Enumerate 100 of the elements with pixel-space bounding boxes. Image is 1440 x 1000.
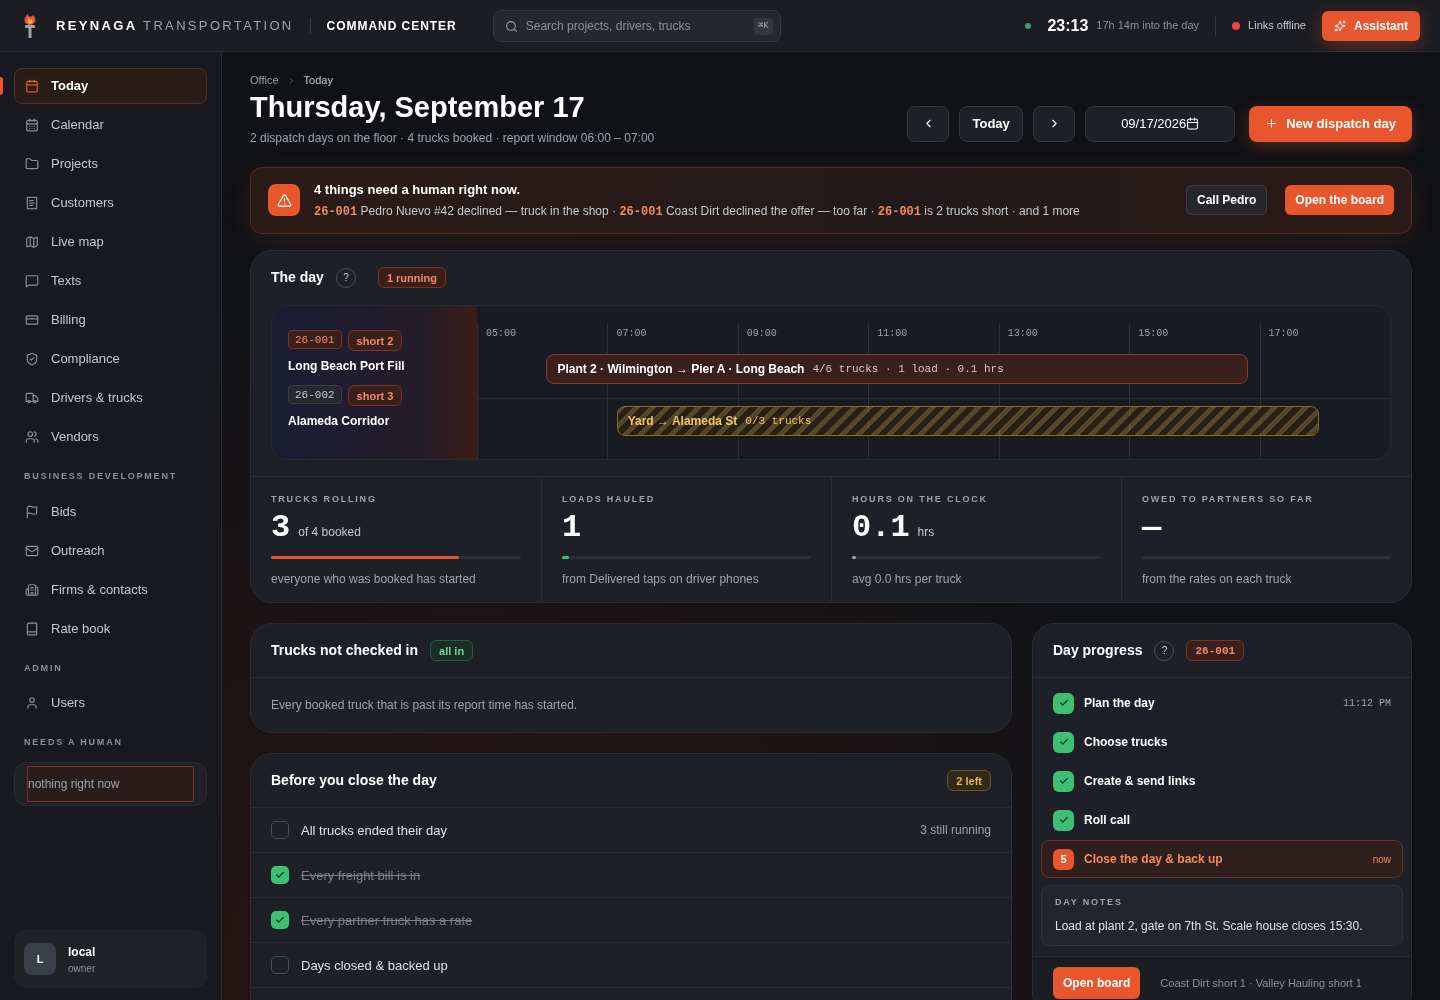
- chat-icon: [25, 274, 39, 288]
- folder-icon: [25, 157, 39, 171]
- stat-unit: hrs: [917, 524, 935, 542]
- stat-label: OWED TO PARTNERS SO FAR: [1142, 492, 1315, 506]
- stat-caption: from Delivered taps on driver phones: [562, 571, 760, 589]
- nav-item[interactable]: Outreach: [14, 532, 207, 569]
- flag-icon: [25, 504, 39, 519]
- nav-item[interactable]: Rate book: [14, 610, 207, 647]
- active-indicator: [0, 77, 3, 95]
- breadcrumb-current: Today: [303, 73, 333, 88]
- checkbox[interactable]: [271, 956, 289, 975]
- time-tick: 11:00: [877, 326, 908, 341]
- progress-step[interactable]: 5 Close the day & back up now: [1041, 840, 1403, 879]
- checkbox[interactable]: [271, 866, 289, 885]
- project-code[interactable]: 26-002: [288, 385, 342, 405]
- progress-step[interactable]: Create & send links: [1041, 762, 1403, 801]
- nav-item[interactable]: Today: [14, 68, 207, 104]
- section-title: COMMAND CENTER: [326, 17, 457, 35]
- nav-item[interactable]: Projects: [14, 146, 207, 182]
- alert-message: 26-001 Pedro Nuevo #42 declined — truck in the shop · 26-001 Coast Dirt declined the offer — too far · 26-001 is 2 trucks short · and 1 more: [314, 203, 1081, 221]
- nav-item[interactable]: Firms & contacts: [14, 571, 207, 608]
- project-name: Alameda Corridor: [288, 413, 391, 431]
- checklist-label: Every freight bill is in: [301, 866, 422, 885]
- card-title: Trucks not checked in: [271, 641, 419, 661]
- notes-text: Load at plant 2, gate on 7th St. Scale house closes 15:30.: [1055, 917, 1364, 935]
- check-icon: [275, 915, 285, 926]
- step-label: Create & send links: [1084, 773, 1197, 791]
- stat-value: 1: [562, 512, 582, 545]
- page-title: Thursday, September 17: [250, 89, 586, 125]
- book-icon: [25, 621, 39, 636]
- progress-step[interactable]: Plan the day 11:12 PM: [1041, 684, 1403, 723]
- card-title: Before you close the day: [271, 771, 437, 791]
- schedule-bar[interactable]: Plant 2 · Wilmington → Pier A · Long Beach 4/6 trucks · 1 load · 0.1 hrs: [546, 353, 1249, 384]
- date-field[interactable]: 09/17/2026: [1085, 105, 1236, 142]
- short-badge: short 3: [347, 385, 403, 407]
- nav-item[interactable]: Calendar: [14, 107, 207, 143]
- receipt-icon: [25, 196, 39, 210]
- open-board-button[interactable]: Open the board: [1285, 185, 1394, 216]
- checkbox[interactable]: [271, 821, 289, 840]
- alert-title: 4 things need a human right now.: [314, 180, 522, 199]
- open-board-button[interactable]: Open board: [1053, 966, 1141, 999]
- nav-item[interactable]: Vendors: [14, 419, 207, 455]
- short-badge: short 2: [347, 330, 403, 352]
- time-tick: 07:00: [616, 326, 647, 341]
- project-code[interactable]: 26-001: [288, 330, 342, 350]
- building-icon: [25, 582, 39, 597]
- nav-item[interactable]: Billing: [14, 302, 207, 338]
- stat-value: 0.1: [852, 512, 910, 545]
- schedule-bar[interactable]: Yard → Alameda St 0/3 trucks: [616, 405, 1319, 436]
- stat-value: —: [1142, 512, 1162, 545]
- time-tick: 09:00: [746, 326, 777, 341]
- step-label: Close the day & back up: [1084, 851, 1224, 869]
- user-name: local: [68, 943, 96, 961]
- sparkle-icon: [1333, 19, 1346, 32]
- calendar-icon: [1186, 117, 1200, 131]
- previous-button[interactable]: [907, 105, 950, 142]
- checklist-label: All trucks ended their day: [301, 821, 448, 840]
- nav-item[interactable]: Users: [14, 685, 207, 721]
- links-status: Links offline: [1248, 18, 1306, 34]
- brand-name: REYNAGA TRANSPORTATION: [56, 16, 294, 35]
- stat-caption: avg 0.0 hrs per truck: [852, 571, 963, 589]
- today-button[interactable]: Today: [959, 105, 1024, 142]
- check-icon: [275, 870, 285, 881]
- step-label: Plan the day: [1084, 695, 1156, 713]
- progress-step[interactable]: Roll call: [1041, 801, 1403, 840]
- notes-heading: DAY NOTES: [1055, 896, 1124, 910]
- check-icon: [1053, 770, 1074, 792]
- project-badge: 26-001: [1186, 640, 1245, 662]
- checklist-label: Days closed & backed up: [301, 956, 449, 975]
- stat-label: LOADS HAULED: [562, 492, 657, 506]
- nav-item[interactable]: Customers: [14, 185, 207, 221]
- call-button[interactable]: Call Pedro: [1185, 185, 1268, 216]
- nav-item[interactable]: Drivers & trucks: [14, 380, 207, 416]
- running-badge: 1 running: [377, 267, 446, 289]
- nav-item[interactable]: Compliance: [14, 341, 207, 377]
- card-text: Every booked truck that is past its report time has started.: [270, 697, 579, 715]
- nav-item[interactable]: Live map: [14, 224, 207, 260]
- assistant-button[interactable]: Assistant: [1321, 10, 1420, 41]
- checklist-label: Every partner truck has a rate: [301, 911, 474, 930]
- calendar-icon: [25, 79, 39, 93]
- shortage-summary: Coast Dirt short 1 · Valley Hauling short 1: [1160, 975, 1362, 991]
- map-icon: [25, 235, 39, 249]
- step-time: now: [1372, 852, 1391, 867]
- search-icon: [504, 19, 518, 33]
- card-title: Day progress: [1053, 641, 1143, 661]
- checkbox[interactable]: [271, 911, 289, 930]
- check-icon: [1053, 731, 1074, 753]
- stat-caption: from the rates on each truck: [1142, 571, 1293, 589]
- progress-step[interactable]: Choose trucks: [1041, 723, 1403, 762]
- stat-caption: everyone who was booked has started: [271, 571, 477, 589]
- time-tick: 17:00: [1268, 326, 1299, 341]
- nav-item[interactable]: Bids: [14, 493, 207, 530]
- new-dispatch-button[interactable]: New dispatch day: [1249, 105, 1412, 142]
- nav-item[interactable]: Texts: [14, 263, 207, 299]
- user-card[interactable]: L local owner: [14, 930, 207, 988]
- breadcrumb-link[interactable]: Office: [250, 72, 279, 89]
- stat-unit: of 4 booked: [298, 524, 361, 542]
- section-heading: ADMIN: [23, 661, 64, 675]
- next-button[interactable]: [1033, 105, 1076, 142]
- step-number: 5: [1053, 848, 1074, 870]
